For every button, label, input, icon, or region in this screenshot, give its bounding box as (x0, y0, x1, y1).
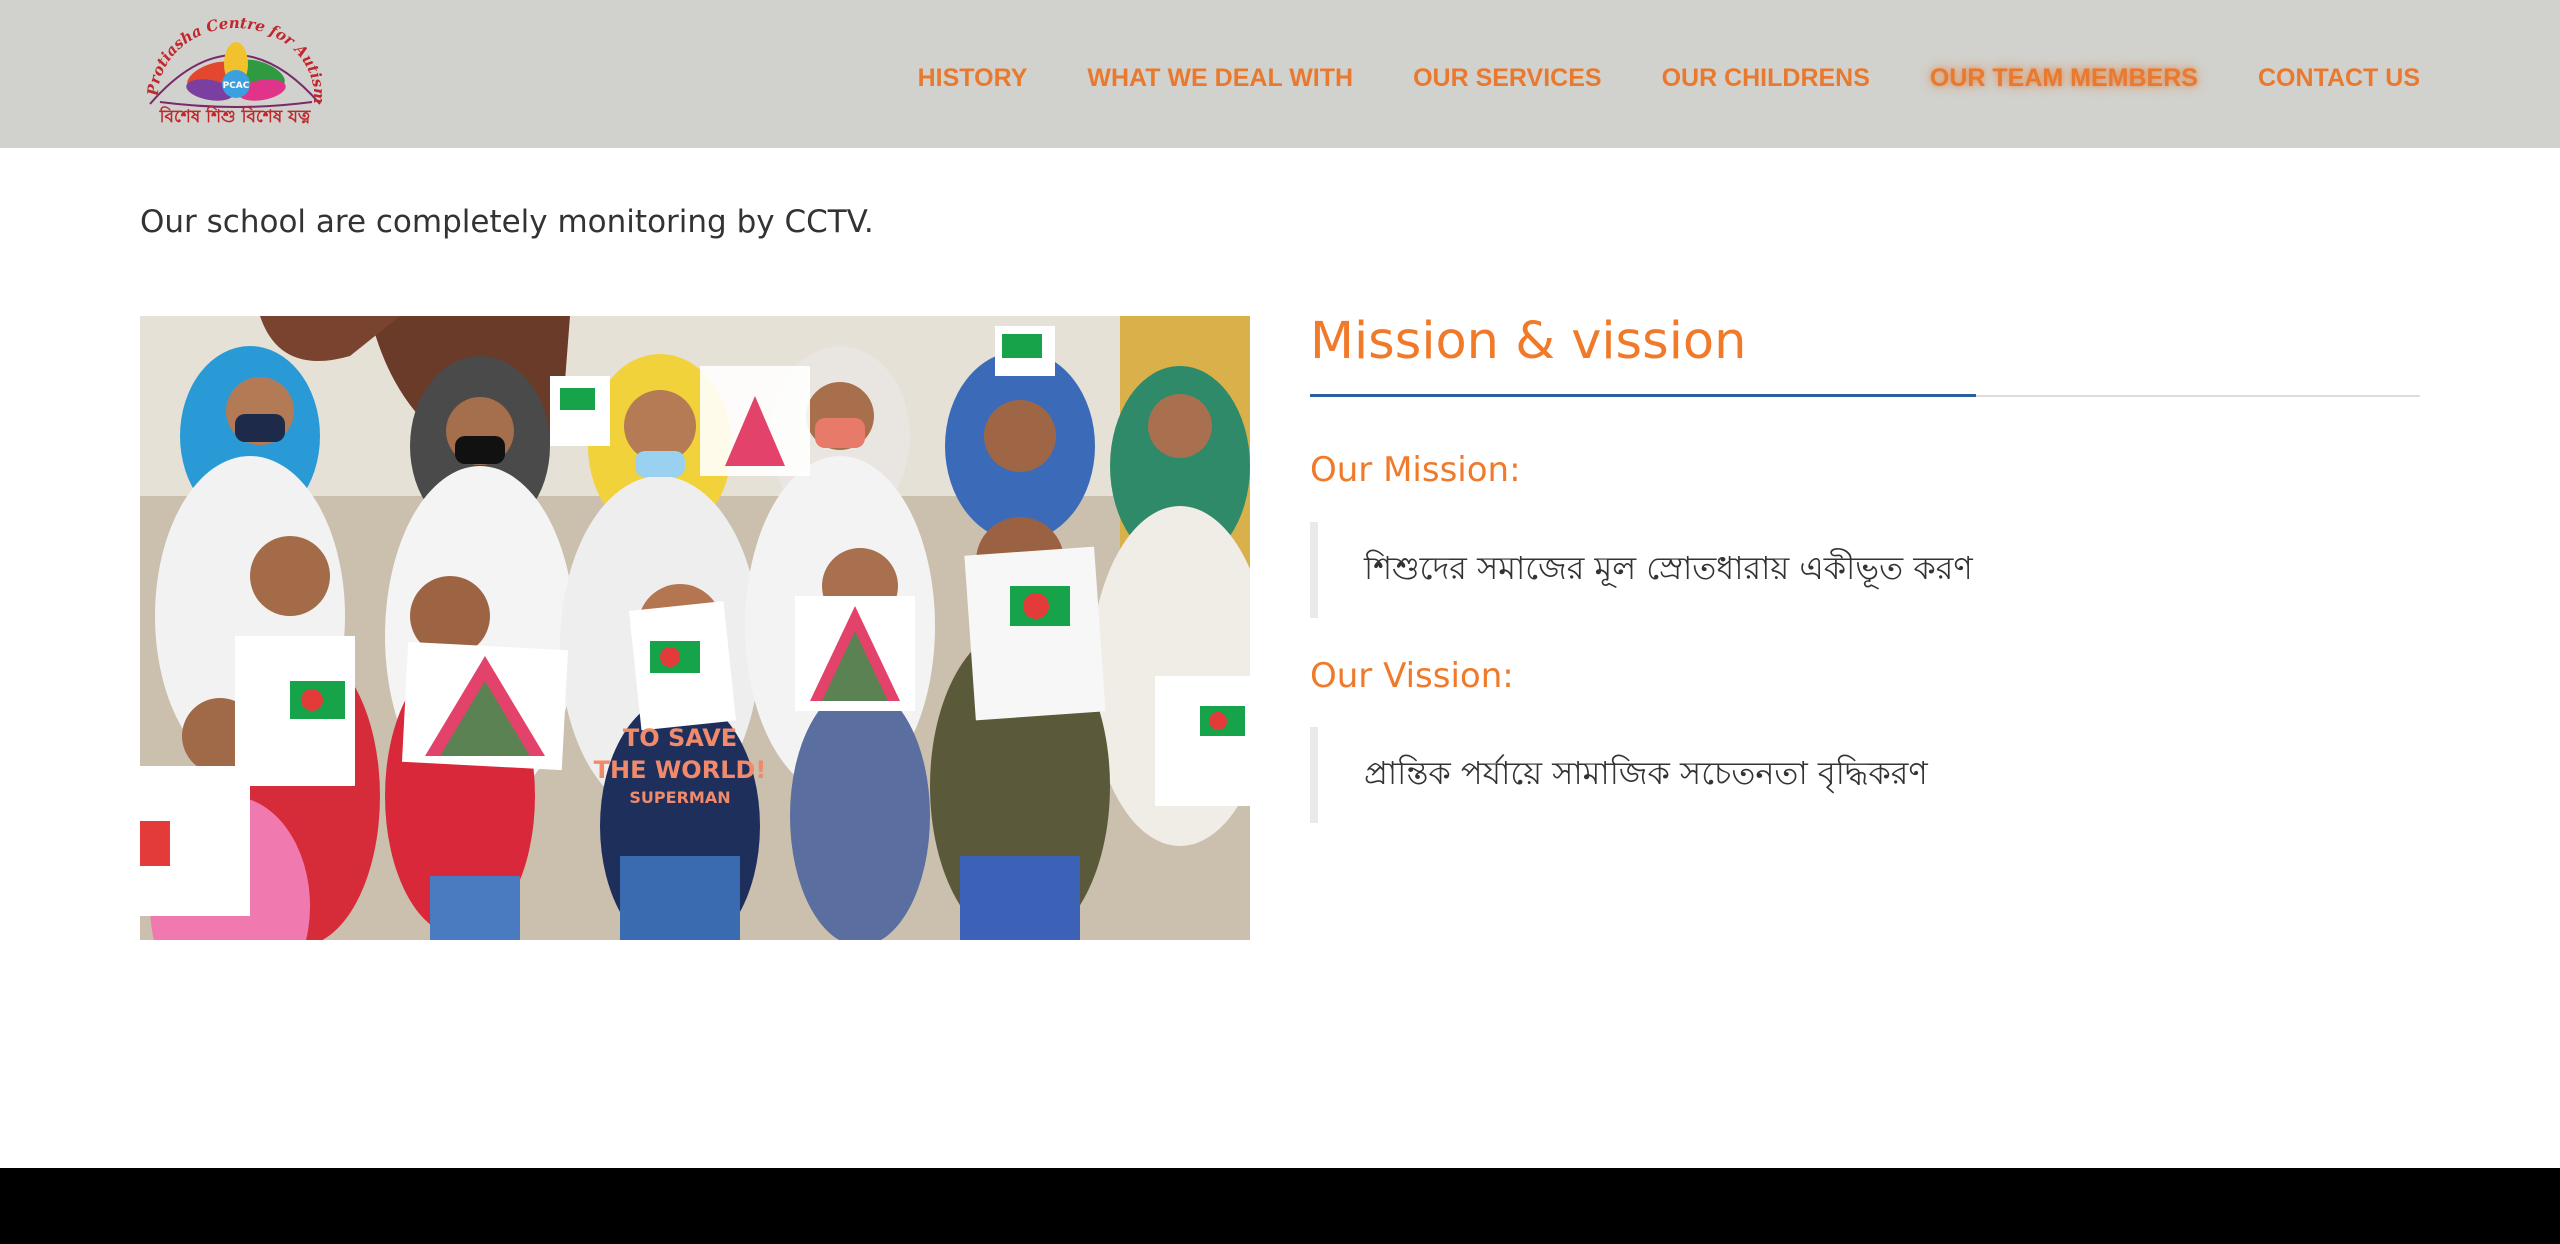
mission-text: শিশুদের সমাজের মূল স্রোতধারায় একীভূত কর… (1364, 549, 1973, 587)
site-header: Protiasha Centre for Autism Care PCAC বি… (0, 0, 2560, 148)
main-nav: HISTORY WHAT WE DEAL WITH OUR SERVICES O… (918, 60, 2420, 96)
shirt-text-line-3: SUPERMAN (629, 788, 730, 807)
nav-our-childrens[interactable]: OUR CHILDRENS (1662, 64, 1870, 93)
logo-badge-text: PCAC (223, 81, 250, 91)
cctv-statement: Our school are completely monitoring by … (140, 204, 874, 240)
nav-history[interactable]: HISTORY (918, 64, 1028, 93)
vission-quote: প্রান্তিক পর্যায়ে সামাজিক সচেতনতা বৃদ্ধ… (1310, 727, 2420, 823)
photo-illustration: TO SAVE THE WORLD! SUPERMAN (140, 316, 1250, 940)
vission-text: প্রান্তিক পর্যায়ে সামাজিক সচেতনতা বৃদ্ধ… (1364, 754, 1928, 792)
site-logo[interactable]: Protiasha Centre for Autism Care PCAC বি… (140, 16, 330, 134)
title-divider-accent (1310, 394, 1976, 397)
shirt-text-line-2: THE WORLD! (594, 756, 767, 784)
mission-vission-title: Mission & vission (1310, 312, 1747, 371)
footer-band (0, 1168, 2560, 1244)
children-group-photo: TO SAVE THE WORLD! SUPERMAN (140, 316, 1250, 940)
nav-our-services[interactable]: OUR SERVICES (1413, 64, 1601, 93)
logo-tagline: বিশেষ শিশু বিশেষ যত্ন (159, 107, 311, 127)
nav-what-we-deal-with[interactable]: WHAT WE DEAL WITH (1087, 64, 1353, 93)
shirt-text-line-1: TO SAVE (623, 724, 737, 752)
mission-quote: শিশুদের সমাজের মূল স্রোতধারায় একীভূত কর… (1310, 522, 2420, 618)
nav-our-team-members[interactable]: OUR TEAM MEMBERS (1930, 64, 2198, 93)
vission-heading: Our Vission: (1310, 656, 1514, 696)
nav-contact-us[interactable]: CONTACT US (2258, 64, 2420, 93)
title-divider (1310, 394, 2420, 397)
mission-heading: Our Mission: (1310, 450, 1521, 490)
